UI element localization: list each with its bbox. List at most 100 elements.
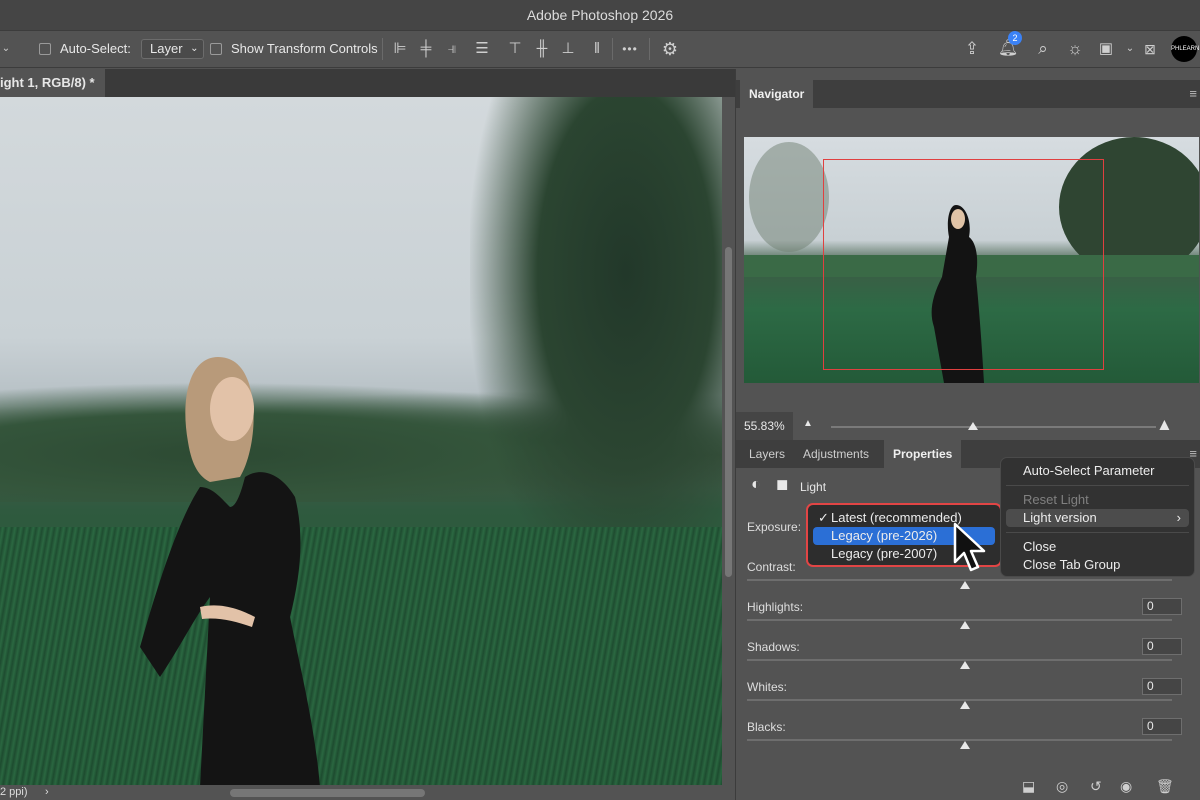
menu-item-close[interactable]: Close	[1006, 538, 1189, 556]
shadows-value[interactable]: 0	[1142, 638, 1182, 655]
distribute-horizontal-icon[interactable]: ☰	[470, 31, 494, 67]
status-bar: 2 ppi) ›	[0, 785, 735, 800]
tab-navigator-label: Navigator	[749, 87, 805, 101]
whites-slider-thumb[interactable]	[960, 701, 970, 709]
panel-menu-icon[interactable]: ≡	[1189, 86, 1197, 101]
align-top-icon[interactable]: ⊤	[503, 31, 527, 67]
blacks-value[interactable]: 0	[1142, 718, 1182, 735]
align-center-icon[interactable]: ╪	[414, 31, 438, 67]
align-left-icon[interactable]: ⊫	[388, 31, 412, 67]
zoom-in-icon[interactable]: ▲	[1156, 415, 1173, 435]
toolbar-divider	[382, 38, 383, 60]
distribute-vertical-icon[interactable]: ‖	[585, 31, 609, 67]
tab-layers[interactable]: Layers	[740, 440, 794, 468]
trash-icon[interactable]: 🗑︎	[1156, 778, 1174, 795]
photo-woman-figure	[140, 357, 320, 785]
chevron-down-icon[interactable]: ⌄	[0, 31, 12, 67]
whites-label: Whites:	[747, 680, 788, 694]
document-info: 2 ppi)	[0, 786, 28, 798]
menu-item-light-version[interactable]: Light version ›	[1006, 509, 1189, 527]
tab-layers-label: Layers	[749, 447, 786, 461]
align-right-icon[interactable]: ⫣	[440, 31, 464, 67]
menu-item-close-tab-group[interactable]: Close Tab Group	[1006, 556, 1189, 574]
chevron-right-icon: ›	[1176, 510, 1181, 525]
checkmark-icon: ✓	[818, 510, 829, 525]
gear-icon[interactable]: ⚙	[658, 31, 682, 67]
zoom-level-value: 55.83%	[744, 419, 785, 433]
menu-item-label: Close	[1023, 539, 1057, 554]
menu-item-reset-light: Reset Light	[1006, 491, 1189, 509]
mask-icon[interactable]: ◼	[776, 475, 788, 493]
shadows-label: Shadows:	[747, 640, 800, 654]
eye-icon[interactable]: ◉	[1120, 778, 1132, 795]
zoom-out-icon[interactable]: ▲	[803, 418, 813, 429]
zoom-slider[interactable]	[831, 426, 1156, 428]
highlights-slider-thumb[interactable]	[960, 621, 970, 629]
show-transform-checkbox[interactable]	[210, 43, 222, 55]
tab-properties[interactable]: Properties	[884, 440, 962, 468]
auto-select-checkbox[interactable]	[39, 43, 51, 55]
horizontal-scrollbar-thumb[interactable]	[230, 789, 425, 797]
document-tab[interactable]: ight 1, RGB/8) *	[0, 69, 105, 97]
navigator-zoom-row: 55.83% ▲ ▲	[736, 412, 1200, 440]
layer-name: Light	[800, 480, 827, 494]
toolbar-divider	[649, 38, 650, 60]
workspace-icon[interactable]: ▣	[1094, 31, 1118, 67]
document-tab-label: ight 1, RGB/8) *	[0, 75, 95, 90]
auto-select-target-dropdown[interactable]: Layer ⌄	[141, 39, 204, 59]
whites-value[interactable]: 0	[1142, 678, 1182, 695]
photo-grass	[0, 527, 722, 785]
contrast-label: Contrast:	[747, 560, 796, 574]
avatar[interactable]: PHLEARN	[1171, 36, 1199, 62]
shadows-slider-thumb[interactable]	[960, 661, 970, 669]
window-title-bar: Adobe Photoshop 2026	[0, 0, 1200, 30]
zoom-level-field[interactable]: 55.83%	[736, 412, 793, 440]
status-menu-arrow[interactable]: ›	[45, 785, 49, 800]
canvas-vertical-scrollbar[interactable]	[722, 97, 735, 785]
menu-item-label: Reset Light	[1023, 492, 1089, 507]
scrollbar-thumb[interactable]	[725, 247, 732, 577]
more-options-button[interactable]: •••	[618, 31, 642, 67]
navigator-preview[interactable]	[744, 137, 1199, 383]
auto-select-label: Auto-Select:	[60, 41, 131, 56]
navigator-view-box[interactable]	[823, 159, 1104, 370]
zoom-slider-thumb[interactable]	[968, 422, 978, 430]
view-previous-state-icon[interactable]: ◎	[1056, 778, 1068, 795]
document-tab-bar: ight 1, RGB/8) *	[0, 69, 735, 97]
reset-icon[interactable]: ↺	[1090, 778, 1102, 795]
tab-adjustments-label: Adjustments	[803, 447, 870, 461]
align-bottom-icon[interactable]: ⊥	[556, 31, 580, 67]
highlights-value[interactable]: 0	[1142, 598, 1182, 615]
tab-navigator[interactable]: Navigator	[740, 80, 814, 108]
search-icon[interactable]: ⌕	[1031, 31, 1055, 67]
menu-divider	[1006, 532, 1189, 533]
menu-divider	[1006, 485, 1189, 486]
right-panel-column: Navigator ≡ 55.83% ▲ ▲ Layers Adjustment…	[735, 69, 1200, 800]
document-canvas[interactable]	[0, 97, 722, 785]
mouse-cursor-icon	[953, 522, 986, 572]
show-transform-label: Show Transform Controls	[231, 41, 378, 56]
notification-badge: 2	[1008, 31, 1022, 45]
plugins-icon[interactable]: ⊠	[1138, 31, 1162, 67]
align-middle-icon[interactable]: ╫	[530, 31, 554, 67]
menu-item-auto-select-parameter[interactable]: Auto-Select Parameter	[1006, 462, 1189, 480]
menu-item-label: Auto-Select Parameter	[1023, 463, 1155, 478]
lightbulb-icon[interactable]: ☼	[1063, 31, 1087, 67]
share-icon[interactable]: ⇪	[960, 31, 984, 67]
highlights-label: Highlights:	[747, 600, 804, 614]
clip-to-layer-icon[interactable]: ⬓	[1022, 778, 1035, 795]
blacks-slider-thumb[interactable]	[960, 741, 970, 749]
menu-item-label: Light version	[1023, 510, 1097, 525]
blacks-label: Blacks:	[747, 720, 786, 734]
contrast-slider-thumb[interactable]	[960, 581, 970, 589]
chevron-down-icon[interactable]: ⌄	[1124, 31, 1136, 67]
tab-properties-label: Properties	[893, 447, 953, 461]
chevron-down-icon: ⌄	[190, 43, 199, 54]
panel-context-menu: Auto-Select Parameter Reset Light Light …	[1000, 457, 1195, 577]
properties-bottom-toolbar: ⬓ ◎ ↺ ◉ 🗑︎	[736, 772, 1200, 800]
tab-adjustments[interactable]: Adjustments	[794, 440, 878, 468]
version-option-label: Legacy (pre-2007)	[831, 546, 938, 561]
version-option-label: Latest (recommended)	[831, 510, 962, 525]
toolbar-divider	[612, 38, 613, 60]
menu-item-label: Close Tab Group	[1023, 557, 1121, 572]
